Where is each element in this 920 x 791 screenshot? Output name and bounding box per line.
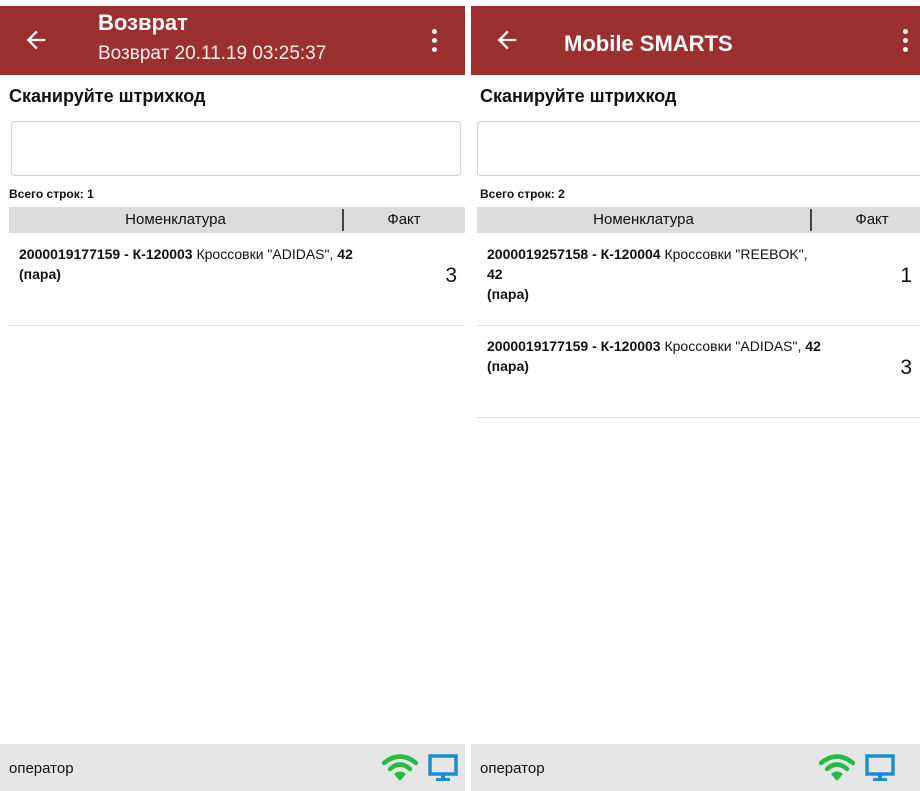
page-title: Mobile SMARTS <box>564 31 733 56</box>
screen-mobile-smarts: Mobile SMARTS Сканируйте штрихкод Всего … <box>471 0 920 791</box>
column-divider <box>342 209 344 231</box>
table-header: Номенклатура Факт <box>477 207 920 233</box>
monitor-icon <box>428 754 458 781</box>
more-vert-icon[interactable] <box>431 29 437 53</box>
app-bar: Возврат Возврат 20.11.19 03:25:37 <box>0 6 465 75</box>
column-header-name: Номенклатура <box>593 211 694 228</box>
item-size: 42 <box>487 266 503 282</box>
item-unit: (пара) <box>487 286 529 302</box>
back-arrow-icon[interactable] <box>22 26 50 54</box>
item-size: 42 <box>801 338 821 354</box>
item-name: Кроссовки "ADIDAS", <box>192 246 334 262</box>
column-header-name: Номенклатура <box>125 211 226 228</box>
barcode-input[interactable] <box>11 121 461 176</box>
wifi-icon <box>819 754 855 781</box>
page-title: Возврат <box>98 10 188 35</box>
item-unit: (пара) <box>487 358 529 374</box>
item-unit: (пара) <box>19 266 61 282</box>
item-code: 2000019257158 - К-120004 <box>487 246 661 262</box>
rows-total: Всего строк: 2 <box>480 187 565 201</box>
status-bar: оператор <box>0 744 465 791</box>
rows-total: Всего строк: 1 <box>9 187 94 201</box>
operator-label: оператор <box>9 760 74 777</box>
table-header: Номенклатура Факт <box>9 207 465 233</box>
monitor-icon <box>865 754 895 781</box>
item-qty: 3 <box>445 264 457 287</box>
operator-label: оператор <box>480 760 545 777</box>
item-description: 2000019257158 - К-120004 Кроссовки "REEB… <box>487 244 827 304</box>
table-row[interactable]: 2000019177159 - К-120003 Кроссовки "ADID… <box>477 326 920 418</box>
item-size: 42 <box>333 246 353 262</box>
back-arrow-icon[interactable] <box>493 26 521 54</box>
page-subtitle: Возврат 20.11.19 03:25:37 <box>98 43 327 64</box>
item-description: 2000019177159 - К-120003 Кроссовки "ADID… <box>19 244 359 284</box>
item-code: 2000019177159 - К-120003 <box>487 338 661 354</box>
screen-return: Возврат Возврат 20.11.19 03:25:37 Сканир… <box>0 0 465 791</box>
barcode-input[interactable] <box>477 121 920 176</box>
item-description: 2000019177159 - К-120003 Кроссовки "ADID… <box>487 336 827 376</box>
table-row[interactable]: 2000019177159 - К-120003 Кроссовки "ADID… <box>9 234 465 326</box>
scan-label: Сканируйте штрихкод <box>480 86 677 106</box>
more-vert-icon[interactable] <box>902 29 908 53</box>
table-row[interactable]: 2000019257158 - К-120004 Кроссовки "REEB… <box>477 234 920 326</box>
column-header-fact: Факт <box>387 211 421 228</box>
column-header-fact: Факт <box>855 211 889 228</box>
item-code: 2000019177159 - К-120003 <box>19 246 193 262</box>
status-bar: оператор <box>471 744 920 791</box>
app-bar: Mobile SMARTS <box>471 6 920 75</box>
item-qty: 3 <box>900 356 912 379</box>
column-divider <box>810 209 812 231</box>
scan-label: Сканируйте штрихкод <box>9 86 206 106</box>
item-name: Кроссовки "REEBOK", <box>660 246 808 262</box>
item-name: Кроссовки "ADIDAS", <box>660 338 802 354</box>
item-qty: 1 <box>900 264 912 287</box>
wifi-icon <box>382 754 418 781</box>
